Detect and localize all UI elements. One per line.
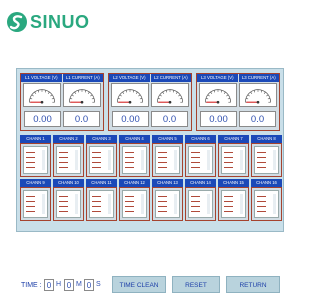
channel-4-indicator: [122, 146, 147, 174]
reset-button[interactable]: RESET: [172, 276, 220, 293]
timer-minutes: 0: [64, 279, 74, 291]
channel-10-indicator: [56, 190, 81, 218]
channel-10-label: CHANN 10: [53, 179, 84, 187]
brand-logo: SINUO: [6, 11, 90, 33]
l3-current-label: L3 CURRENT (A): [238, 74, 279, 82]
meter-group-l3: L3 VOLTAGE (V) L3 CURRENT (A) 0.00 0.0: [196, 73, 280, 131]
meter-group-l1: L1 VOLTAGE (V) L1 CURRENT (A) 0.00 0.0: [20, 73, 104, 131]
channel-7-label: CHANN 7: [218, 135, 249, 143]
l3-voltage-gauge-icon: [199, 83, 237, 107]
channel-10[interactable]: CHANN 10: [53, 179, 84, 221]
gauge-dial-icon: [157, 89, 183, 104]
l1-current-label: L1 CURRENT (A): [62, 74, 103, 82]
channel-11-indicator: [89, 190, 114, 218]
channel-2-indicator: [56, 146, 81, 174]
channel-9-label: CHANN 9: [20, 179, 51, 187]
timer-seconds-unit: S: [96, 281, 101, 288]
gauge-dial-icon: [29, 89, 55, 104]
channel-2-label: CHANN 2: [53, 135, 84, 143]
channel-15[interactable]: CHANN 15: [218, 179, 249, 221]
gauge-dial-icon: [69, 89, 95, 104]
l2-current-label: L2 CURRENT (A): [150, 74, 191, 82]
channel-5-indicator: [155, 146, 180, 174]
l2-voltage-gauge-icon: [111, 83, 149, 107]
channel-9-indicator: [23, 190, 48, 218]
l3-current-readout: 0.0: [239, 111, 276, 127]
channel-15-label: CHANN 15: [218, 179, 249, 187]
channel-15-indicator: [221, 190, 246, 218]
channel-11[interactable]: CHANN 11: [86, 179, 117, 221]
channel-12-indicator: [122, 190, 147, 218]
channel-1-label: CHANN 1: [20, 135, 51, 143]
channel-8-label: CHANN 8: [251, 135, 282, 143]
l3-voltage-label: L3 VOLTAGE (V): [197, 74, 239, 82]
test-panel: L1 VOLTAGE (V) L1 CURRENT (A) 0.00 0.0 L…: [16, 68, 284, 232]
channel-6-label: CHANN 6: [185, 135, 216, 143]
timer-hours: 0: [44, 279, 54, 291]
l1-current-readout: 0.0: [63, 111, 100, 127]
channel-2[interactable]: CHANN 2: [53, 135, 84, 177]
l3-voltage-readout: 0.00: [200, 111, 237, 127]
channel-16-label: CHANN 16: [251, 179, 282, 187]
channel-16[interactable]: CHANN 16: [251, 179, 282, 221]
channel-3[interactable]: CHANN 3: [86, 135, 117, 177]
gauge-dial-icon: [245, 89, 271, 104]
channel-9[interactable]: CHANN 9: [20, 179, 51, 221]
channel-3-label: CHANN 3: [86, 135, 117, 143]
time-label: TIME :: [21, 282, 42, 289]
l1-voltage-gauge-icon: [23, 83, 61, 107]
l2-voltage-readout: 0.00: [112, 111, 149, 127]
channel-5-label: CHANN 5: [152, 135, 183, 143]
channel-3-indicator: [89, 146, 114, 174]
brand-name: SINUO: [30, 11, 90, 32]
l1-voltage-label: L1 VOLTAGE (V): [21, 74, 63, 82]
gauge-dial-icon: [205, 89, 231, 104]
channel-14-indicator: [188, 190, 213, 218]
channel-14[interactable]: CHANN 14: [185, 179, 216, 221]
channel-14-label: CHANN 14: [185, 179, 216, 187]
channel-4[interactable]: CHANN 4: [119, 135, 150, 177]
l1-current-gauge-icon: [63, 83, 101, 107]
return-button[interactable]: RETURN: [226, 276, 280, 293]
channel-12[interactable]: CHANN 12: [119, 179, 150, 221]
channel-16-indicator: [254, 190, 279, 218]
channel-12-label: CHANN 12: [119, 179, 150, 187]
channel-13-label: CHANN 13: [152, 179, 183, 187]
l1-voltage-readout: 0.00: [24, 111, 61, 127]
channel-13[interactable]: CHANN 13: [152, 179, 183, 221]
channel-11-label: CHANN 11: [86, 179, 117, 187]
l2-current-gauge-icon: [151, 83, 189, 107]
gauge-dial-icon: [117, 89, 143, 104]
l2-voltage-label: L2 VOLTAGE (V): [109, 74, 151, 82]
channel-8[interactable]: CHANN 8: [251, 135, 282, 177]
channel-7[interactable]: CHANN 7: [218, 135, 249, 177]
channel-1-indicator: [23, 146, 48, 174]
l2-current-readout: 0.0: [151, 111, 188, 127]
channel-8-indicator: [254, 146, 279, 174]
channel-6[interactable]: CHANN 6: [185, 135, 216, 177]
channel-13-indicator: [155, 190, 180, 218]
l3-current-gauge-icon: [239, 83, 277, 107]
channel-4-label: CHANN 4: [119, 135, 150, 143]
timer-minutes-unit: M: [76, 281, 82, 288]
channel-1[interactable]: CHANN 1: [20, 135, 51, 177]
channel-6-indicator: [188, 146, 213, 174]
timer-seconds: 0: [84, 279, 94, 291]
timer-hours-unit: H: [56, 281, 62, 288]
time-clean-button[interactable]: TIME CLEAN: [112, 276, 166, 293]
sinuo-logo-icon: [7, 12, 27, 32]
channel-7-indicator: [221, 146, 246, 174]
channel-5[interactable]: CHANN 5: [152, 135, 183, 177]
meter-group-l2: L2 VOLTAGE (V) L2 CURRENT (A) 0.00 0.0: [108, 73, 192, 131]
